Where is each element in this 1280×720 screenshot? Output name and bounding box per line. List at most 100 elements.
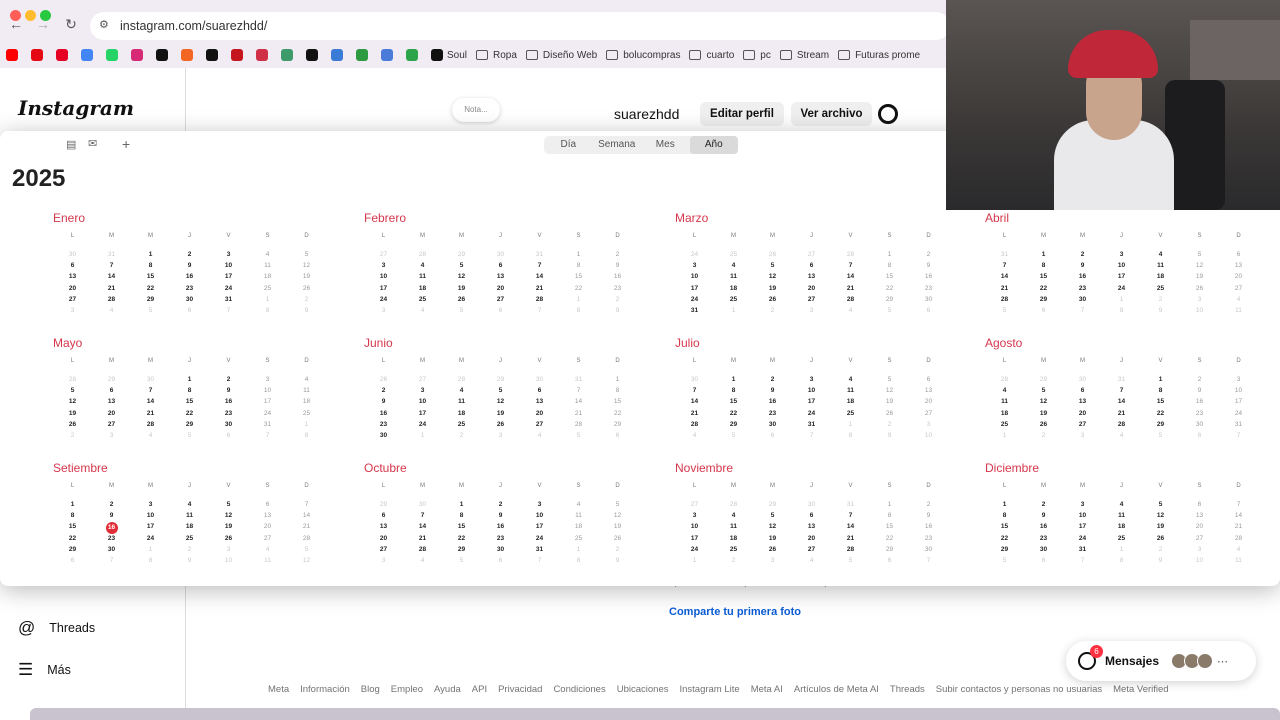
- day-cell[interactable]: 7: [1102, 387, 1141, 398]
- day-cell[interactable]: 3: [1063, 432, 1102, 443]
- day-cell[interactable]: 4: [92, 307, 131, 318]
- day-cell[interactable]: 9: [1024, 512, 1063, 523]
- day-cell[interactable]: 9: [1180, 387, 1219, 398]
- month-name[interactable]: Enero: [53, 211, 313, 233]
- sidebar-item-threads[interactable]: @ Threads: [18, 618, 95, 638]
- day-cell[interactable]: 14: [287, 512, 326, 523]
- day-cell[interactable]: 2: [364, 387, 403, 398]
- day-cell[interactable]: 30: [364, 432, 403, 443]
- day-cell[interactable]: 26: [753, 251, 792, 262]
- day-cell[interactable]: 6: [792, 512, 831, 523]
- day-cell[interactable]: 16: [364, 410, 403, 421]
- day-cell[interactable]: 4: [714, 262, 753, 273]
- day-cell[interactable]: 5: [53, 387, 92, 398]
- day-cell[interactable]: 6: [209, 432, 248, 443]
- month-julio[interactable]: Julio L M M J V S D 30 1 2 3 4 5 6 7 8 9 10 11 12 13 14 15 16 17 1…: [675, 336, 935, 451]
- minimize-window-button[interactable]: [25, 10, 36, 21]
- day-cell[interactable]: 1: [1141, 376, 1180, 387]
- day-cell[interactable]: 19: [1024, 410, 1063, 421]
- day-cell[interactable]: 15: [870, 523, 909, 534]
- day-cell[interactable]: 13: [792, 523, 831, 534]
- day-cell[interactable]: 2: [753, 307, 792, 318]
- day-cell[interactable]: 16: [909, 523, 948, 534]
- day-cell[interactable]: 27: [792, 546, 831, 557]
- footer-link[interactable]: Ayuda: [434, 684, 461, 695]
- day-cell[interactable]: 4: [403, 307, 442, 318]
- day-cell[interactable]: 16: [209, 398, 248, 409]
- day-cell[interactable]: 11: [714, 273, 753, 284]
- sidebar-item-more[interactable]: ☰ Más: [18, 660, 71, 680]
- day-cell[interactable]: 21: [559, 410, 598, 421]
- day-cell[interactable]: 21: [1219, 523, 1258, 534]
- day-cell[interactable]: 15: [598, 398, 637, 409]
- day-cell[interactable]: 28: [831, 251, 870, 262]
- day-cell[interactable]: 18: [714, 535, 753, 546]
- day-cell[interactable]: 28: [403, 546, 442, 557]
- day-cell[interactable]: 10: [1180, 557, 1219, 568]
- day-cell[interactable]: 4: [831, 376, 870, 387]
- day-cell[interactable]: 28: [559, 421, 598, 432]
- day-cell[interactable]: 4: [403, 557, 442, 568]
- day-cell[interactable]: 14: [520, 273, 559, 284]
- day-cell[interactable]: 19: [870, 398, 909, 409]
- day-cell[interactable]: 27: [364, 546, 403, 557]
- day-cell[interactable]: 30: [1063, 296, 1102, 307]
- month-mayo[interactable]: Mayo L M M J V S D 28 29 30 1 2 3 4 5 6 7 8 9 10 11 12 13 14 15 16…: [53, 336, 313, 451]
- day-cell[interactable]: 12: [753, 273, 792, 284]
- day-cell[interactable]: 22: [442, 535, 481, 546]
- day-cell[interactable]: 8: [248, 307, 287, 318]
- day-cell[interactable]: 7: [1219, 501, 1258, 512]
- day-cell[interactable]: 5: [442, 262, 481, 273]
- day-cell[interactable]: 27: [1180, 535, 1219, 546]
- day-cell[interactable]: 7: [792, 432, 831, 443]
- month-name[interactable]: Junio: [364, 336, 624, 358]
- month-name[interactable]: Abril: [985, 211, 1245, 233]
- day-cell[interactable]: 1: [598, 376, 637, 387]
- day-cell[interactable]: 2: [1180, 376, 1219, 387]
- day-cell[interactable]: 1: [248, 296, 287, 307]
- day-cell[interactable]: 8: [559, 307, 598, 318]
- day-cell[interactable]: 4: [287, 376, 326, 387]
- day-cell[interactable]: 26: [598, 535, 637, 546]
- day-cell[interactable]: 19: [753, 535, 792, 546]
- day-cell[interactable]: 12: [598, 512, 637, 523]
- day-cell[interactable]: 13: [1180, 512, 1219, 523]
- day-cell[interactable]: 16: [481, 523, 520, 534]
- day-cell[interactable]: 4: [170, 501, 209, 512]
- day-cell[interactable]: 28: [131, 421, 170, 432]
- day-cell[interactable]: 9: [598, 557, 637, 568]
- day-cell[interactable]: 5: [1024, 387, 1063, 398]
- day-cell[interactable]: 11: [1141, 262, 1180, 273]
- day-cell[interactable]: 3: [1219, 376, 1258, 387]
- day-cell[interactable]: 17: [675, 535, 714, 546]
- day-cell[interactable]: 1: [714, 307, 753, 318]
- month-enero[interactable]: Enero L M M J V S D 30 31 1 2 3 4 5 6 7 8 9 10 11 12 13 14 15 16 1…: [53, 211, 313, 326]
- day-cell[interactable]: 5: [753, 262, 792, 273]
- day-cell[interactable]: 13: [92, 398, 131, 409]
- day-cell[interactable]: 20: [909, 398, 948, 409]
- day-cell[interactable]: 21: [1102, 410, 1141, 421]
- day-cell[interactable]: 14: [1219, 512, 1258, 523]
- day-cell[interactable]: 6: [1180, 501, 1219, 512]
- day-cell[interactable]: 2: [92, 501, 131, 512]
- day-cell[interactable]: 30: [675, 376, 714, 387]
- day-cell[interactable]: 30: [481, 251, 520, 262]
- day-cell[interactable]: 4: [1219, 296, 1258, 307]
- day-cell[interactable]: 7: [985, 262, 1024, 273]
- day-cell[interactable]: 13: [1063, 398, 1102, 409]
- day-cell[interactable]: 29: [170, 421, 209, 432]
- day-cell[interactable]: 9: [481, 512, 520, 523]
- day-cell[interactable]: 10: [403, 398, 442, 409]
- day-cell[interactable]: 23: [1024, 535, 1063, 546]
- day-cell[interactable]: 11: [442, 398, 481, 409]
- day-cell[interactable]: 1: [831, 421, 870, 432]
- day-cell[interactable]: 8: [131, 557, 170, 568]
- day-cell[interactable]: 26: [287, 285, 326, 296]
- day-cell[interactable]: 10: [675, 273, 714, 284]
- profile-note-bubble[interactable]: Nota...: [452, 98, 500, 122]
- day-cell[interactable]: 1: [403, 432, 442, 443]
- day-cell[interactable]: 22: [714, 410, 753, 421]
- day-cell[interactable]: 7: [520, 557, 559, 568]
- day-cell[interactable]: 29: [870, 296, 909, 307]
- day-cell[interactable]: 12: [753, 523, 792, 534]
